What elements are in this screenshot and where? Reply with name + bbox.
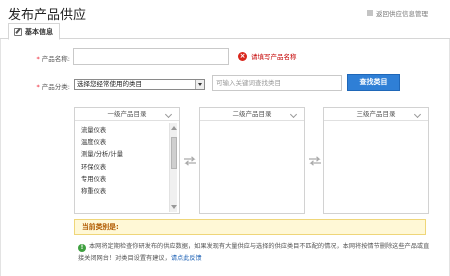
page-title: 发布产品供应 <box>8 8 87 23</box>
info-icon: ! <box>78 244 86 252</box>
notice-text: 本网将定期检查你研发布的供应数据，如果发现有大量供应与选择的供应类目不匹配的情况… <box>78 243 430 262</box>
tab-basic-info-label: 基本信息 <box>25 27 53 36</box>
list-item[interactable]: 环保仪表 <box>81 162 179 174</box>
list-item[interactable]: 温度仪表 <box>81 137 179 149</box>
list-item[interactable]: 专用仪表 <box>81 174 179 186</box>
back-link-label: 返回供应信息管理 <box>376 10 428 18</box>
list-item[interactable]: 称重仪表 <box>81 186 179 198</box>
category-notice: ! 本网将定期检查你研发布的供应数据，如果发现有大量供应与选择的供应类目不匹配的情… <box>78 241 434 265</box>
product-name-input[interactable] <box>73 48 229 65</box>
edit-icon <box>14 27 22 36</box>
tab-basic-info[interactable]: 基本信息 <box>8 23 60 40</box>
scroll-up-icon[interactable] <box>171 126 177 130</box>
swap-arrow-icon <box>309 156 321 166</box>
category-level2-panel: 二级产品目录 <box>199 107 305 214</box>
category-select[interactable]: 选择您经常使用的类目 <box>74 79 205 90</box>
list-icon <box>367 10 373 16</box>
scrollbar[interactable] <box>169 123 177 212</box>
current-category-bar: 当前类别是: <box>74 219 426 235</box>
scroll-thumb[interactable] <box>171 137 177 169</box>
error-icon: × <box>238 51 247 61</box>
back-to-supply-management-link[interactable]: 返回供应信息管理 <box>367 8 428 18</box>
product-name-error-text: 请填写产品名称 <box>251 53 297 61</box>
category-level1-panel: 一级产品目录 流量仪表 温度仪表 测量/分析/计量 环保仪表 专用仪表 称重仪表 <box>74 107 180 214</box>
category-level1-list: 流量仪表 温度仪表 测量/分析/计量 环保仪表 专用仪表 称重仪表 <box>75 121 179 198</box>
list-item[interactable]: 流量仪表 <box>81 125 179 137</box>
category-level3-panel: 三级产品目录 <box>323 107 429 214</box>
category-level3-header: 三级产品目录 <box>324 108 428 121</box>
search-category-button[interactable]: 查找类目 <box>347 74 400 91</box>
required-marker: * <box>36 55 40 63</box>
chevron-down-icon <box>195 80 204 89</box>
list-item[interactable]: 测量/分析/计量 <box>81 149 179 161</box>
category-level2-header: 二级产品目录 <box>200 108 304 121</box>
scroll-down-icon[interactable] <box>171 205 177 209</box>
category-level1-header: 一级产品目录 <box>75 108 179 121</box>
swap-arrow-icon <box>184 156 196 166</box>
product-category-label: * 产品分类: <box>36 83 70 91</box>
required-marker: * <box>36 83 40 91</box>
product-name-error: × 请填写产品名称 <box>238 51 297 61</box>
category-select-value: 选择您经常使用的类目 <box>77 80 142 88</box>
product-name-label: * 产品名称: <box>36 55 70 63</box>
feedback-link[interactable]: 请点此反馈 <box>171 255 202 262</box>
category-search-input[interactable] <box>212 75 342 91</box>
tab-bar: 基本信息 <box>0 22 450 40</box>
current-category-label: 当前类别是: <box>82 223 119 231</box>
